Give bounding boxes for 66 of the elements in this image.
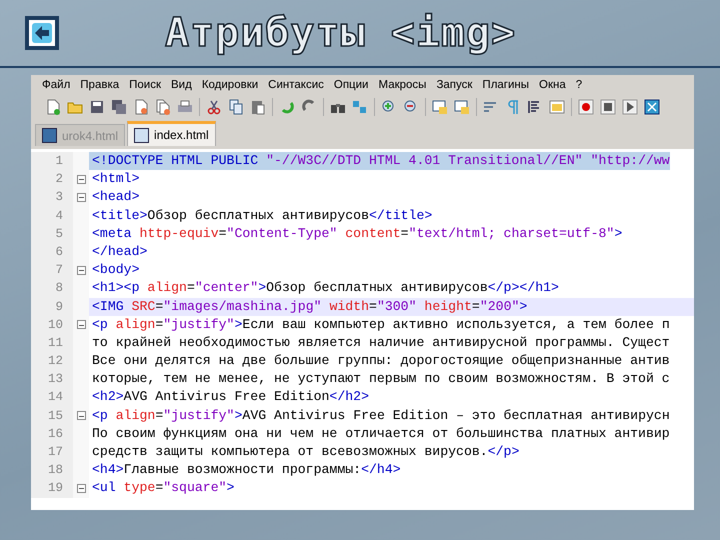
code-line: </head> xyxy=(91,242,148,261)
menu-item[interactable]: Окна xyxy=(534,78,571,90)
line-number: 3 xyxy=(31,188,73,207)
menu-item[interactable]: Запуск xyxy=(431,78,478,90)
new-file-icon[interactable] xyxy=(45,99,61,115)
code-line: <html> xyxy=(91,170,140,188)
code-line: По своим функциям она ни чем не отличается от большинства платных антивир xyxy=(91,424,670,443)
line-number: 5 xyxy=(31,224,73,243)
code-line: <h1><p align="center">Обзор бесплатных антивирусов</p></h1> xyxy=(91,279,559,298)
record-icon[interactable] xyxy=(578,99,594,115)
menu-item[interactable]: ? xyxy=(570,78,588,90)
code-line: <title>Обзор бесплатных антивирусов</title> xyxy=(91,206,432,225)
code-line: Все они делятся на две большие группы: дорогостоящие общепризнанные антив xyxy=(91,352,670,370)
code-line: <body> xyxy=(91,261,140,280)
window-icon[interactable] xyxy=(454,99,470,115)
file-tab[interactable]: index.html xyxy=(127,121,216,146)
menu-item[interactable]: Правка xyxy=(75,78,124,90)
line-number: 4 xyxy=(31,206,73,225)
menu-item[interactable]: Синтаксис xyxy=(263,78,329,90)
window-icon[interactable] xyxy=(432,99,448,115)
menu-item[interactable]: Вид xyxy=(166,78,197,90)
menu-item[interactable]: Файл xyxy=(37,78,76,90)
slide-title: Атрибуты <img> xyxy=(165,10,516,56)
menu-item[interactable]: Плагины xyxy=(477,78,534,90)
save-all-icon[interactable] xyxy=(111,99,127,115)
code-line: средств защиты компьютера от всевозможных вирусов.</p> xyxy=(91,443,520,461)
code-line: <p align="justify">Если ваш компьютер активно используется, а тем более п xyxy=(91,316,670,334)
line-number: 1 xyxy=(31,152,73,170)
code-line: <ul type="square"> xyxy=(91,479,234,498)
code-line: которые, тем не менее, не уступают первым по своим возможностям. В этой с xyxy=(91,370,670,388)
line-number: 2 xyxy=(31,170,73,188)
menu-item[interactable]: Поиск xyxy=(124,78,166,90)
line-number: 16 xyxy=(31,424,73,443)
scissors-icon[interactable] xyxy=(206,99,222,115)
line-number: 12 xyxy=(31,352,73,370)
copy-icon[interactable] xyxy=(228,99,244,115)
menu-item[interactable]: Макросы xyxy=(373,78,432,90)
line-number: 8 xyxy=(31,279,73,298)
menu-item[interactable]: Опции xyxy=(328,78,374,90)
line-number: 11 xyxy=(31,334,73,352)
code-line: <head> xyxy=(91,188,140,206)
code-line: <h2>AVG Antivirus Free Edition</h2> xyxy=(91,388,369,406)
code-line: <h4>Главные возможности программы:</h4> xyxy=(91,461,401,480)
line-number: 18 xyxy=(31,461,73,480)
close-all-icon[interactable] xyxy=(155,99,171,115)
print-icon[interactable] xyxy=(177,99,193,115)
line-number: 15 xyxy=(31,406,73,425)
save-icon[interactable] xyxy=(89,99,105,115)
code-line: <meta http-equiv="Content-Type" content="text/html; charset=utf-8"> xyxy=(91,224,622,243)
fold-margin[interactable] xyxy=(73,479,89,498)
image-icon[interactable] xyxy=(549,99,565,115)
menu-item[interactable]: Кодировки xyxy=(196,78,264,90)
close-file-icon[interactable] xyxy=(133,99,149,115)
line-number: 17 xyxy=(31,443,73,462)
code-line: <p align="justify">AVG Antivirus Free Edition – это бесплатная антивирусн xyxy=(91,406,670,425)
line-number: 14 xyxy=(31,388,73,407)
stop-icon[interactable] xyxy=(600,99,616,115)
line-number: 6 xyxy=(31,242,73,262)
paste-icon[interactable] xyxy=(250,99,266,115)
line-number: 9 xyxy=(31,298,73,316)
play-icon[interactable] xyxy=(622,99,638,115)
code-line: то крайней необходимостью является наличие антивирусной программы. Сущест xyxy=(91,334,670,352)
line-number: 19 xyxy=(31,479,73,498)
line-number: 7 xyxy=(31,261,73,280)
line-number: 13 xyxy=(31,370,73,388)
line-number: 10 xyxy=(31,316,73,334)
